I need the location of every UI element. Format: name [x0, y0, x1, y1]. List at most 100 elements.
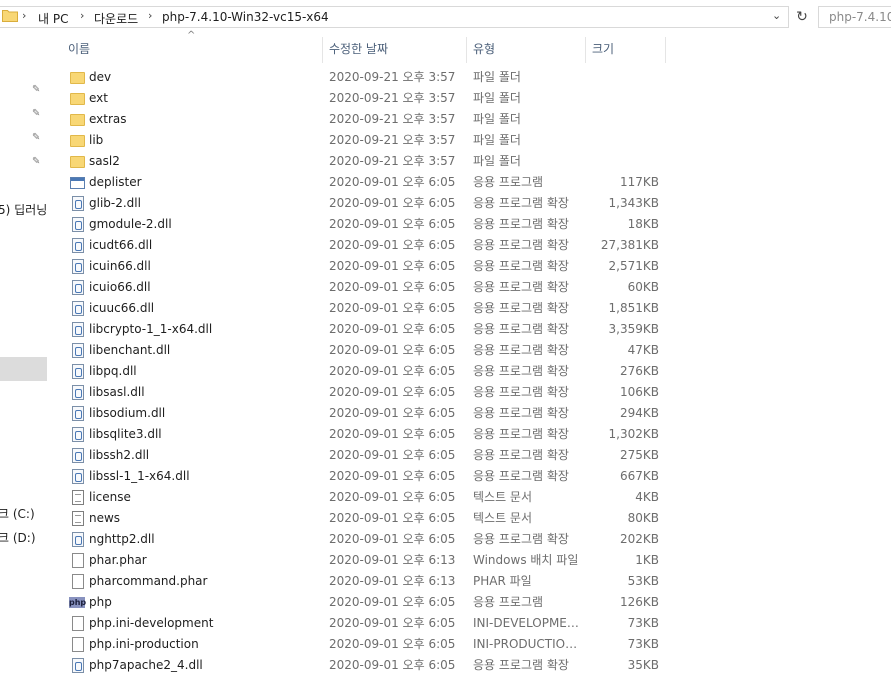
nav-item-drive-c[interactable]: 크 (C:): [0, 505, 35, 522]
file-type: 응용 프로그램 확장: [473, 196, 569, 210]
file-row[interactable]: nghttp2.dll 2020-09-01 오후 6:05 응용 프로그램 확장 2…: [62, 529, 666, 550]
dll-icon: [72, 217, 84, 232]
file-name: ext: [89, 91, 108, 105]
file-name: libcrypto-1_1-x64.dll: [89, 322, 213, 336]
dll-icon: [72, 658, 84, 673]
file-row[interactable]: libssl-1_1-x64.dll 2020-09-01 오후 6:05 응용 프…: [62, 466, 666, 487]
file-name: lib: [89, 133, 104, 147]
file-name: php: [89, 595, 112, 609]
file-row[interactable]: php7apache2_4.dll 2020-09-01 오후 6:05 응용 프로…: [62, 655, 666, 676]
file-type: 파일 폴더: [473, 112, 521, 126]
file-row[interactable]: license 2020-09-01 오후 6:05 텍스트 문서 4KB: [62, 487, 666, 508]
file-size: 667KB: [619, 469, 659, 483]
file-name: libssh2.dll: [89, 448, 150, 462]
breadcrumb-this-pc[interactable]: 내 PC: [38, 10, 68, 27]
file-row[interactable]: gmodule-2.dll 2020-09-01 오후 6:05 응용 프로그램 확…: [62, 214, 666, 235]
file-name: news: [89, 511, 121, 525]
file-name: sasl2: [89, 154, 120, 168]
file-row[interactable]: libcrypto-1_1-x64.dll 2020-09-01 오후 6:05 응…: [62, 319, 666, 340]
nav-item-deep-learning[interactable]: 5) 딥러닝: [0, 201, 47, 218]
file-name: nghttp2.dll: [89, 532, 155, 546]
file-row[interactable]: icuio66.dll 2020-09-01 오후 6:05 응용 프로그램 확장 6…: [62, 277, 666, 298]
chevron-down-icon[interactable]: ⌄: [772, 9, 781, 22]
nav-item-drive-d[interactable]: 크 (D:): [0, 529, 36, 546]
file-row[interactable]: sasl2 2020-09-21 오후 3:57 파일 폴더: [62, 151, 666, 172]
file-date-modified: 2020-09-01 오후 6:05: [329, 175, 456, 189]
file-row[interactable]: extras 2020-09-21 오후 3:57 파일 폴더: [62, 109, 666, 130]
file-row[interactable]: php php 2020-09-01 오후 6:05 응용 프로그램 126KB: [62, 592, 666, 613]
file-row[interactable]: icudt66.dll 2020-09-01 오후 6:05 응용 프로그램 확장 2…: [62, 235, 666, 256]
file-row[interactable]: phar.phar 2020-09-01 오후 6:13 Windows 배치 파일…: [62, 550, 666, 571]
chevron-right-icon[interactable]: ›: [80, 9, 84, 22]
file-name: deplister: [89, 175, 142, 189]
file-row[interactable]: libssh2.dll 2020-09-01 오후 6:05 응용 프로그램 확장 2…: [62, 445, 666, 466]
file-size: 73KB: [627, 637, 659, 651]
file-date-modified: 2020-09-01 오후 6:05: [329, 637, 456, 651]
file-size: 294KB: [619, 406, 659, 420]
file-row[interactable]: dev 2020-09-21 오후 3:57 파일 폴더: [62, 67, 666, 88]
file-row[interactable]: lib 2020-09-21 오후 3:57 파일 폴더: [62, 130, 666, 151]
file-row[interactable]: news 2020-09-01 오후 6:05 텍스트 문서 80KB: [62, 508, 666, 529]
file-row[interactable]: ext 2020-09-21 오후 3:57 파일 폴더: [62, 88, 666, 109]
breadcrumb-downloads[interactable]: 다운로드: [94, 10, 138, 27]
file-row[interactable]: php.ini-development 2020-09-01 오후 6:05 INI…: [62, 613, 666, 634]
file-row[interactable]: libsasl.dll 2020-09-01 오후 6:05 응용 프로그램 확장 1…: [62, 382, 666, 403]
column-header-type[interactable]: 유형: [467, 37, 586, 63]
file-row[interactable]: icuuc66.dll 2020-09-01 오후 6:05 응용 프로그램 확장 1…: [62, 298, 666, 319]
file-row[interactable]: libenchant.dll 2020-09-01 오후 6:05 응용 프로그램 …: [62, 340, 666, 361]
file-date-modified: 2020-09-01 오후 6:05: [329, 364, 456, 378]
nav-item-selected[interactable]: [0, 357, 47, 381]
file-size: 47KB: [627, 343, 659, 357]
column-header-size[interactable]: 크기: [586, 37, 666, 63]
navigation-pane: ✎ ✎ ✎ ✎ 5) 딥러닝 크 (C:) 크 (D:): [0, 34, 47, 685]
folder-icon: [70, 93, 85, 105]
refresh-icon[interactable]: ↻: [793, 6, 811, 28]
file-name: php7apache2_4.dll: [89, 658, 203, 672]
file-type: 응용 프로그램: [473, 595, 544, 609]
file-date-modified: 2020-09-21 오후 3:57: [329, 154, 456, 168]
pin-icon[interactable]: ✎: [32, 108, 44, 120]
php-icon: php: [69, 597, 87, 608]
pin-icon[interactable]: ✎: [32, 132, 44, 144]
file-name: pharcommand.phar: [89, 574, 208, 588]
file-type: 응용 프로그램 확장: [473, 658, 569, 672]
file-date-modified: 2020-09-01 오후 6:05: [329, 511, 456, 525]
pin-icon[interactable]: ✎: [32, 84, 44, 96]
file-date-modified: 2020-09-01 오후 6:05: [329, 490, 456, 504]
file-row[interactable]: libsqlite3.dll 2020-09-01 오후 6:05 응용 프로그램 …: [62, 424, 666, 445]
file-date-modified: 2020-09-01 오후 6:05: [329, 658, 456, 672]
chevron-right-icon[interactable]: ›: [148, 9, 152, 22]
file-date-modified: 2020-09-01 오후 6:05: [329, 301, 456, 315]
file-name: icuuc66.dll: [89, 301, 155, 315]
column-header-name[interactable]: 이름: [62, 37, 323, 63]
file-size: 202KB: [619, 532, 659, 546]
search-input[interactable]: php-7.4.10-Win32-vc15-x64 검색: [818, 6, 891, 28]
folder-icon: [70, 114, 85, 126]
file-row[interactable]: pharcommand.phar 2020-09-01 오후 6:13 PHAR 파…: [62, 571, 666, 592]
file-name: libssl-1_1-x64.dll: [89, 469, 190, 483]
folder-icon: [70, 156, 85, 168]
pin-icon[interactable]: ✎: [32, 156, 44, 168]
file-row[interactable]: libpq.dll 2020-09-01 오후 6:05 응용 프로그램 확장 276…: [62, 361, 666, 382]
file-row[interactable]: libsodium.dll 2020-09-01 오후 6:05 응용 프로그램 확…: [62, 403, 666, 424]
document-icon: [72, 637, 84, 652]
file-date-modified: 2020-09-21 오후 3:57: [329, 91, 456, 105]
column-header-date[interactable]: 수정한 날짜: [323, 37, 467, 63]
file-type: 응용 프로그램 확장: [473, 532, 569, 546]
file-date-modified: 2020-09-01 오후 6:05: [329, 448, 456, 462]
dll-icon: [72, 259, 84, 274]
file-row[interactable]: php.ini-production 2020-09-01 오후 6:05 INI-…: [62, 634, 666, 655]
file-name: extras: [89, 112, 127, 126]
text-file-icon: [72, 511, 84, 526]
file-row[interactable]: icuin66.dll 2020-09-01 오후 6:05 응용 프로그램 확장 2…: [62, 256, 666, 277]
breadcrumb-current-folder[interactable]: php-7.4.10-Win32-vc15-x64: [162, 10, 329, 24]
file-type: INI-PRODUCTION...: [473, 637, 585, 651]
file-row[interactable]: deplister 2020-09-01 오후 6:05 응용 프로그램 117KB: [62, 172, 666, 193]
file-size: 27,381KB: [600, 238, 659, 252]
file-row[interactable]: glib-2.dll 2020-09-01 오후 6:05 응용 프로그램 확장 1,…: [62, 193, 666, 214]
dll-icon: [72, 532, 84, 547]
file-date-modified: 2020-09-01 오후 6:05: [329, 238, 456, 252]
document-icon: [72, 616, 84, 631]
chevron-right-icon[interactable]: ›: [22, 9, 26, 22]
file-date-modified: 2020-09-01 오후 6:13: [329, 553, 456, 567]
